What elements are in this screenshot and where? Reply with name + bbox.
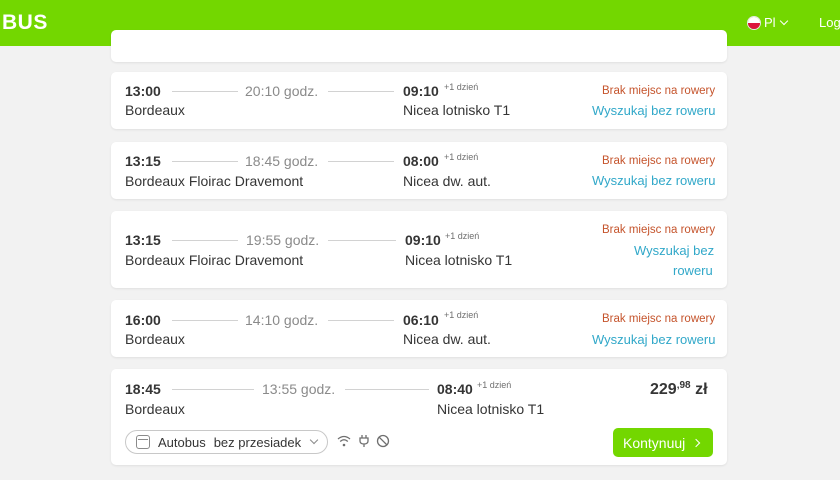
no-bikes-warning: Brak miejsc na rowery: [602, 224, 716, 236]
route-line: [172, 240, 238, 241]
arrival-time: 09:10: [405, 232, 441, 248]
chevron-down-icon: [309, 435, 319, 445]
trip-card[interactable]: [111, 72, 727, 129]
no-bikes-warning: Brak miejsc na rowery: [602, 85, 716, 97]
arrival-station: Nicea lotnisko T1: [437, 401, 545, 417]
plus-day-badge: +1 dzień: [444, 152, 479, 162]
route-line: [328, 161, 394, 162]
route-line: [172, 389, 254, 390]
departure-station: Bordeaux: [125, 102, 185, 118]
plus-day-badge: +1 dzień: [477, 380, 512, 390]
route-line: [172, 320, 238, 321]
language-selector[interactable]: Pl: [747, 15, 788, 30]
trip-duration: 14:10 godz.: [245, 312, 319, 328]
poland-flag-icon: [747, 15, 761, 30]
language-label: Pl: [764, 15, 776, 30]
search-without-bike-link[interactable]: Wyszukaj bez roweru: [592, 173, 715, 188]
trip-duration: 13:55 godz.: [262, 381, 336, 397]
departure-station: Bordeaux: [125, 331, 185, 347]
price-currency: zł: [695, 381, 708, 398]
arrival-station: Nicea dw. aut.: [403, 173, 491, 189]
route-line: [172, 91, 238, 92]
route-line: [328, 91, 394, 92]
route-line: [172, 161, 238, 162]
trip-duration: 19:55 godz.: [246, 232, 320, 248]
trip-card-partial: [111, 30, 727, 62]
continue-button-label: Kontynuuj: [623, 434, 686, 451]
login-link[interactable]: Log: [819, 15, 840, 30]
plus-day-badge: +1 dzień: [444, 310, 479, 320]
route-line: [345, 389, 429, 390]
trip-card[interactable]: [111, 142, 727, 199]
departure-station: Bordeaux Floirac Dravemont: [125, 252, 304, 268]
search-without-bike-link-line1[interactable]: Wyszukaj bez: [634, 243, 714, 258]
departure-time: 18:45: [125, 381, 161, 397]
continue-button[interactable]: Kontynuuj: [613, 428, 713, 457]
plus-day-badge: +1 dzień: [444, 82, 479, 92]
trip-price: 229,98 zł: [650, 380, 708, 399]
search-without-bike-link-line2[interactable]: roweru: [673, 263, 713, 278]
no-bikes-warning: Brak miejsc na rowery: [602, 155, 716, 167]
chevron-down-icon: [779, 16, 788, 25]
departure-time: 13:15: [125, 153, 161, 169]
no-bikes-warning: Brak miejsc na rowery: [602, 313, 716, 325]
no-smoking-icon: [376, 434, 390, 448]
trip-card[interactable]: [111, 300, 727, 357]
arrival-time: 09:10: [403, 83, 439, 99]
transport-details-dropdown[interactable]: Autobus bez przesiadek: [125, 430, 328, 454]
departure-time: 13:15: [125, 232, 161, 248]
arrival-station: Nicea lotnisko T1: [403, 102, 511, 118]
arrival-time: 08:00: [403, 153, 439, 169]
chevron-right-icon: [692, 438, 701, 447]
route-line: [328, 320, 394, 321]
transfer-info: bez przesiadek: [213, 434, 302, 450]
arrival-time: 06:10: [403, 312, 439, 328]
departure-time: 13:00: [125, 83, 161, 99]
price-main: 229: [650, 381, 677, 398]
arrival-station: Nicea dw. aut.: [403, 331, 491, 347]
route-line: [328, 240, 396, 241]
wifi-icon: [337, 434, 351, 448]
departure-station: Bordeaux: [125, 401, 185, 417]
departure-time: 16:00: [125, 312, 161, 328]
search-without-bike-link[interactable]: Wyszukaj bez roweru: [592, 103, 715, 118]
arrival-station: Nicea lotnisko T1: [405, 252, 513, 268]
trip-duration: 20:10 godz.: [245, 83, 319, 99]
power-plug-icon: [357, 434, 371, 448]
plus-day-badge: +1 dzień: [445, 231, 480, 241]
trip-duration: 18:45 godz.: [245, 153, 319, 169]
departure-station: Bordeaux Floirac Dravemont: [125, 173, 304, 189]
logo[interactable]: BUS: [2, 11, 48, 35]
transport-type: Autobus: [158, 434, 206, 450]
price-cents: ,98: [676, 380, 691, 391]
arrival-time: 08:40: [437, 381, 473, 397]
bus-icon: [136, 435, 150, 449]
search-without-bike-link[interactable]: Wyszukaj bez roweru: [592, 332, 715, 347]
